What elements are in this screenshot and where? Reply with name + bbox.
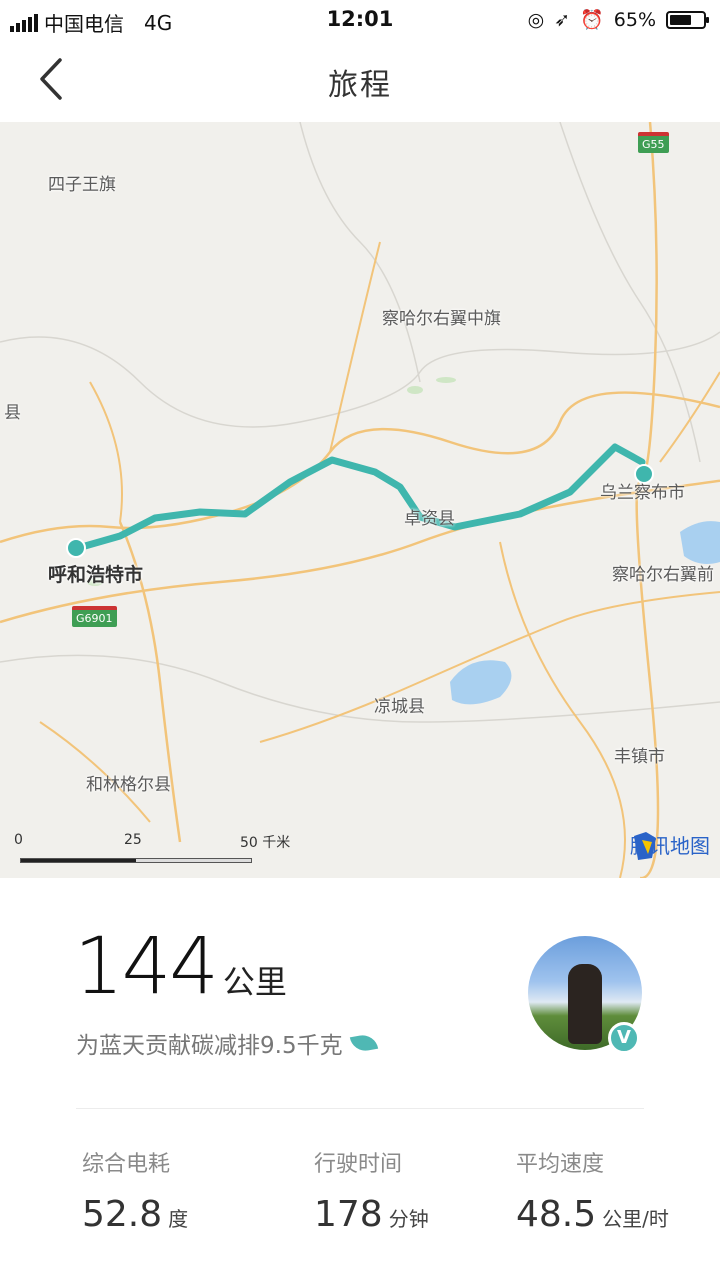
avatar-photo-figure [568, 964, 602, 1044]
tencent-map-icon [634, 832, 656, 860]
nav-bar: 旅程 [0, 40, 720, 122]
map-label-siziwang: 四子王旗 [48, 175, 116, 195]
stat-speed-label: 平均速度 [516, 1152, 605, 1177]
map-label-fengzhen: 丰镇市 [614, 747, 665, 767]
map-label-ulanqab: 乌兰察布市 [600, 483, 685, 503]
verified-badge-icon: V [608, 1022, 640, 1054]
page-title: 旅程 [328, 68, 392, 103]
map-label-zhuozi: 卓资县 [404, 509, 455, 529]
battery-fill [670, 14, 691, 25]
stat-duration-value: 178 [314, 1194, 383, 1235]
stat-speed: 平均速度 48.5 公里/时 [516, 1146, 669, 1235]
divider [76, 1108, 644, 1109]
stat-speed-unit: 公里/时 [602, 1207, 669, 1231]
battery-percent: 65% [613, 8, 656, 31]
battery-icon [666, 10, 709, 29]
map-label-chahaer-qian: 察哈尔右翼前 [612, 565, 714, 585]
status-bar: 中国电信 4G 12:01 ◎ ➶ ⏰ 65% [0, 0, 720, 40]
map-provider-logo: 腾讯地图 [630, 830, 710, 860]
lock-rotation-icon: ◎ [527, 8, 545, 31]
map-scale: 0 25 50 千米 [14, 828, 314, 868]
route-start-marker [66, 538, 86, 558]
map-label-liangcheng: 凉城县 [374, 697, 425, 717]
highway-shield-g55: G55 [638, 132, 669, 153]
map-label-left-edge: 县 [4, 403, 21, 423]
trip-distance: 144 公里 [74, 922, 287, 1012]
stat-duration-label: 行驶时间 [314, 1152, 403, 1177]
map-label-chahaer-zhong: 察哈尔右翼中旗 [382, 309, 501, 329]
alarm-icon: ⏰ [580, 9, 604, 31]
status-right: ◎ ➶ ⏰ 65% [527, 8, 709, 31]
carbon-text: 为蓝天贡献碳减排9.5千克 [76, 1033, 343, 1059]
scale-tick-25: 25 [124, 832, 142, 848]
route-map[interactable]: G55 G6901 四子王旗 察哈尔右翼中旗 县 乌兰察布市 卓资县 呼和浩特市… [0, 122, 720, 878]
leaf-icon [349, 1032, 378, 1054]
distance-value: 144 [74, 922, 219, 1012]
stat-energy-label: 综合电耗 [82, 1152, 171, 1177]
highway-shield-g6901: G6901 [72, 606, 117, 627]
carbon-reduction: 为蓝天贡献碳减排9.5千克 [76, 1026, 378, 1060]
trip-summary: 144 公里 为蓝天贡献碳减排9.5千克 V 综合电耗 52.8 度 行驶时间 … [0, 878, 720, 1280]
location-icon: ➶ [554, 8, 571, 31]
stat-duration-unit: 分钟 [388, 1207, 429, 1231]
route-line [74, 443, 646, 552]
stat-energy: 综合电耗 52.8 度 [82, 1146, 188, 1235]
stat-energy-unit: 度 [168, 1207, 189, 1231]
scale-bar [20, 858, 252, 863]
map-label-horinger: 和林格尔县 [86, 775, 171, 795]
stat-speed-value: 48.5 [516, 1194, 597, 1235]
stat-energy-value: 52.8 [82, 1194, 163, 1235]
distance-unit: 公里 [222, 963, 287, 1001]
scale-tick-0: 0 [14, 832, 23, 848]
map-label-hohhot: 呼和浩特市 [48, 564, 144, 586]
stat-duration: 行驶时间 178 分钟 [314, 1146, 429, 1235]
scale-tick-50: 50 千米 [240, 835, 291, 851]
